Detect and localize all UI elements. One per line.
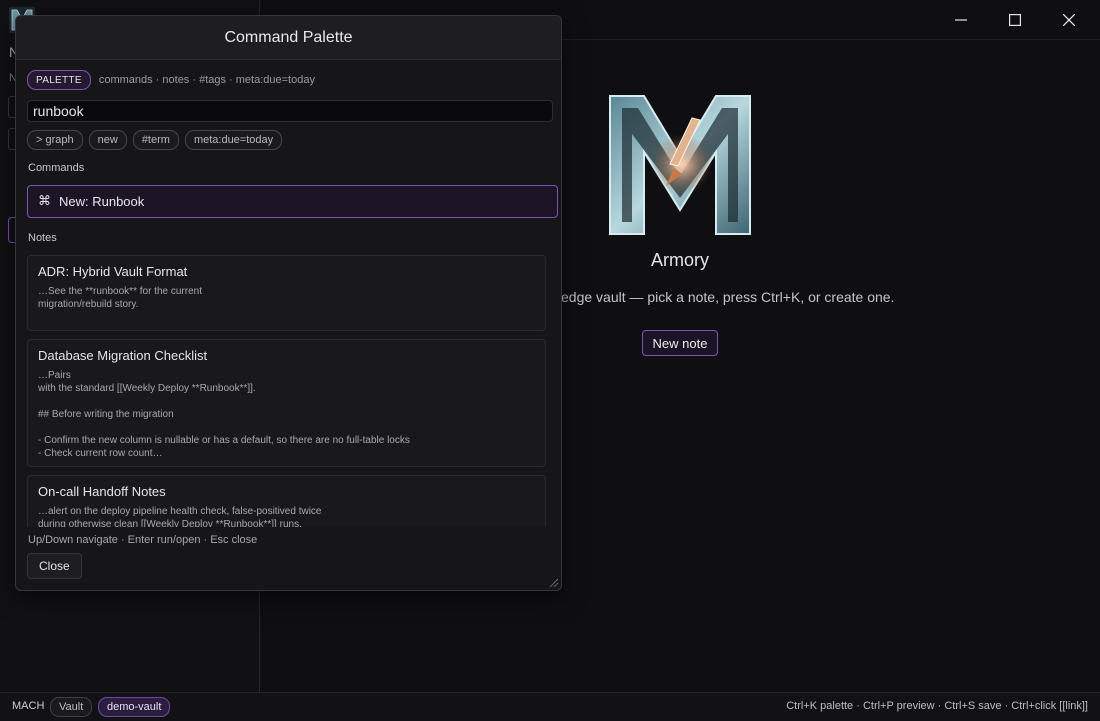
minimize-icon <box>955 19 967 21</box>
command-palette: Command Palette PALETTE commands · notes… <box>15 15 562 591</box>
chip-term[interactable]: #term <box>132 130 179 150</box>
status-bar: MACH Vault demo-vault Ctrl+K palette · C… <box>0 692 1100 721</box>
minimize-button[interactable] <box>946 8 976 32</box>
close-icon <box>1063 14 1075 26</box>
resize-grip-icon[interactable] <box>549 578 559 588</box>
palette-search-input[interactable] <box>27 100 553 122</box>
command-icon: ⌘ <box>38 194 51 209</box>
note-snippet: …alert on the deploy pipeline health che… <box>38 506 322 527</box>
sidebar-filter-fragment[interactable] <box>8 128 15 150</box>
note-result[interactable]: ADR: Hybrid Vault Format …See the **runb… <box>27 255 546 331</box>
close-window-button[interactable] <box>1054 8 1084 32</box>
commands-section-label: Commands <box>28 162 85 174</box>
notes-section-label: Notes <box>28 232 57 244</box>
mode-hint: commands · notes · #tags · meta:due=toda… <box>98 74 315 86</box>
note-result[interactable]: Database Migration Checklist …Pairs with… <box>27 339 546 467</box>
vault-pill[interactable]: Vault <box>50 697 93 717</box>
hero-subtitle: edge vault — pick a note, press Ctrl+K, … <box>561 289 895 305</box>
notes-list[interactable]: ADR: Hybrid Vault Format …See the **runb… <box>27 255 549 527</box>
maximize-button[interactable] <box>1000 8 1030 32</box>
hero-title: Armory <box>651 250 709 270</box>
palette-title: Command Palette <box>16 16 561 60</box>
close-palette-button[interactable]: Close <box>27 553 82 579</box>
note-title: Database Migration Checklist <box>38 348 208 363</box>
mode-row: PALETTE commands · notes · #tags · meta:… <box>27 70 315 90</box>
note-title: On-call Handoff Notes <box>38 484 166 499</box>
command-item-label: New: Runbook <box>59 194 145 209</box>
chip-new[interactable]: new <box>88 130 127 150</box>
chip-graph[interactable]: > graph <box>27 130 83 150</box>
keyboard-hints: Ctrl+K palette · Ctrl+P preview · Ctrl+S… <box>786 700 1088 712</box>
armory-logo-icon <box>609 95 751 235</box>
note-snippet: …See the **runbook** for the current mig… <box>38 286 202 310</box>
vault-name-pill[interactable]: demo-vault <box>98 697 171 717</box>
new-note-button[interactable]: New note <box>642 330 718 356</box>
command-item-new-runbook[interactable]: ⌘ New: Runbook <box>27 185 558 218</box>
palette-footer-hint: Up/Down navigate · Enter run/open · Esc … <box>28 534 258 546</box>
app-name: MACH <box>12 700 45 712</box>
filter-chips: > graph new #term meta:due=today <box>27 130 283 150</box>
note-snippet: …Pairs with the standard [[Weekly Deploy… <box>38 370 410 459</box>
maximize-icon <box>1009 14 1021 26</box>
note-title: ADR: Hybrid Vault Format <box>38 264 188 279</box>
welcome-hero: Armory <box>560 94 800 271</box>
chip-meta-due[interactable]: meta:due=today <box>184 130 283 150</box>
sidebar-search-fragment[interactable] <box>8 96 15 118</box>
mode-badge: PALETTE <box>27 70 91 90</box>
note-result[interactable]: On-call Handoff Notes …alert on the depl… <box>27 475 546 527</box>
